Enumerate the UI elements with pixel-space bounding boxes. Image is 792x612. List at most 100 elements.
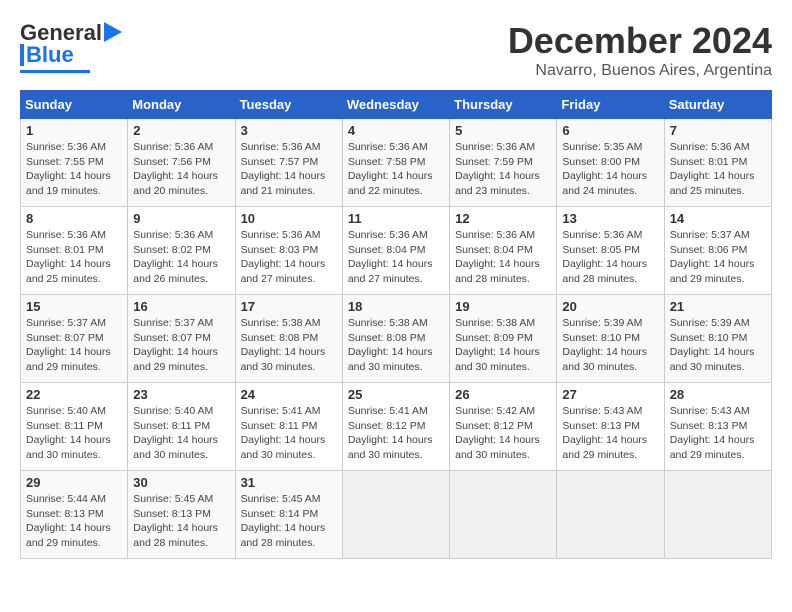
day-number: 3	[241, 123, 337, 138]
week-row-3: 15 Sunrise: 5:37 AMSunset: 8:07 PMDayligh…	[21, 295, 772, 383]
day-number: 29	[26, 475, 122, 490]
day-info: Sunrise: 5:39 AMSunset: 8:10 PMDaylight:…	[562, 316, 658, 375]
day-info: Sunrise: 5:36 AMSunset: 8:01 PMDaylight:…	[26, 228, 122, 287]
main-title: December 2024	[508, 20, 772, 62]
calendar-cell	[450, 471, 557, 559]
day-number: 5	[455, 123, 551, 138]
calendar-cell: 18 Sunrise: 5:38 AMSunset: 8:08 PMDayligh…	[342, 295, 449, 383]
calendar-cell: 6Sunrise: 5:35 AMSunset: 8:00 PMDaylight…	[557, 119, 664, 207]
day-info: Sunrise: 5:44 AMSunset: 8:13 PMDaylight:…	[26, 492, 122, 551]
day-number: 25	[348, 387, 444, 402]
week-row-4: 22 Sunrise: 5:40 AMSunset: 8:11 PMDayligh…	[21, 383, 772, 471]
day-info: Sunrise: 5:39 AMSunset: 8:10 PMDaylight:…	[670, 316, 766, 375]
calendar-cell: 31Sunrise: 5:45 AMSunset: 8:14 PMDayligh…	[235, 471, 342, 559]
calendar-cell: 19 Sunrise: 5:38 AMSunset: 8:09 PMDayligh…	[450, 295, 557, 383]
header-monday: Monday	[128, 91, 235, 119]
day-number: 19	[455, 299, 551, 314]
calendar-cell: 25 Sunrise: 5:41 AMSunset: 8:12 PMDayligh…	[342, 383, 449, 471]
day-info: Sunrise: 5:42 AMSunset: 8:12 PMDaylight:…	[455, 404, 551, 463]
week-row-1: 1 Sunrise: 5:36 AMSunset: 7:55 PMDaylight…	[21, 119, 772, 207]
day-number: 24	[241, 387, 337, 402]
day-number: 8	[26, 211, 122, 226]
calendar-cell: 7Sunrise: 5:36 AMSunset: 8:01 PMDaylight…	[664, 119, 771, 207]
calendar-cell: 26Sunrise: 5:42 AMSunset: 8:12 PMDayligh…	[450, 383, 557, 471]
header-row: SundayMondayTuesdayWednesdayThursdayFrid…	[21, 91, 772, 119]
logo-underline	[20, 70, 90, 73]
day-info: Sunrise: 5:37 AMSunset: 8:07 PMDaylight:…	[26, 316, 122, 375]
day-info: Sunrise: 5:43 AMSunset: 8:13 PMDaylight:…	[670, 404, 766, 463]
calendar-cell: 20 Sunrise: 5:39 AMSunset: 8:10 PMDayligh…	[557, 295, 664, 383]
day-info: Sunrise: 5:36 AMSunset: 8:05 PMDaylight:…	[562, 228, 658, 287]
day-info: Sunrise: 5:41 AMSunset: 8:11 PMDaylight:…	[241, 404, 337, 463]
day-info: Sunrise: 5:38 AMSunset: 8:08 PMDaylight:…	[348, 316, 444, 375]
day-info: Sunrise: 5:36 AMSunset: 7:57 PMDaylight:…	[241, 140, 337, 199]
calendar-cell: 10Sunrise: 5:36 AMSunset: 8:03 PMDayligh…	[235, 207, 342, 295]
logo-blue: Blue	[26, 42, 74, 68]
day-info: Sunrise: 5:36 AMSunset: 7:58 PMDaylight:…	[348, 140, 444, 199]
day-info: Sunrise: 5:38 AMSunset: 8:09 PMDaylight:…	[455, 316, 551, 375]
day-info: Sunrise: 5:43 AMSunset: 8:13 PMDaylight:…	[562, 404, 658, 463]
day-info: Sunrise: 5:37 AMSunset: 8:07 PMDaylight:…	[133, 316, 229, 375]
day-info: Sunrise: 5:37 AMSunset: 8:06 PMDaylight:…	[670, 228, 766, 287]
day-number: 18	[348, 299, 444, 314]
day-info: Sunrise: 5:36 AMSunset: 7:56 PMDaylight:…	[133, 140, 229, 199]
subtitle: Navarro, Buenos Aires, Argentina	[508, 62, 772, 80]
day-info: Sunrise: 5:36 AMSunset: 8:04 PMDaylight:…	[455, 228, 551, 287]
day-number: 2	[133, 123, 229, 138]
day-number: 22	[26, 387, 122, 402]
day-info: Sunrise: 5:38 AMSunset: 8:08 PMDaylight:…	[241, 316, 337, 375]
day-info: Sunrise: 5:36 AMSunset: 8:02 PMDaylight:…	[133, 228, 229, 287]
day-info: Sunrise: 5:36 AMSunset: 7:55 PMDaylight:…	[26, 140, 122, 199]
calendar-cell: 24 Sunrise: 5:41 AMSunset: 8:11 PMDayligh…	[235, 383, 342, 471]
day-number: 23	[133, 387, 229, 402]
day-number: 15	[26, 299, 122, 314]
day-number: 9	[133, 211, 229, 226]
calendar-cell: 9 Sunrise: 5:36 AMSunset: 8:02 PMDaylight…	[128, 207, 235, 295]
day-number: 7	[670, 123, 766, 138]
day-info: Sunrise: 5:41 AMSunset: 8:12 PMDaylight:…	[348, 404, 444, 463]
calendar-cell	[557, 471, 664, 559]
calendar-cell: 8 Sunrise: 5:36 AMSunset: 8:01 PMDaylight…	[21, 207, 128, 295]
calendar-table: SundayMondayTuesdayWednesdayThursdayFrid…	[20, 90, 772, 559]
calendar-cell: 2 Sunrise: 5:36 AMSunset: 7:56 PMDaylight…	[128, 119, 235, 207]
day-number: 13	[562, 211, 658, 226]
day-info: Sunrise: 5:45 AMSunset: 8:13 PMDaylight:…	[133, 492, 229, 551]
day-number: 11	[348, 211, 444, 226]
day-info: Sunrise: 5:36 AMSunset: 8:04 PMDaylight:…	[348, 228, 444, 287]
calendar-cell: 12 Sunrise: 5:36 AMSunset: 8:04 PMDayligh…	[450, 207, 557, 295]
calendar-cell: 4 Sunrise: 5:36 AMSunset: 7:58 PMDaylight…	[342, 119, 449, 207]
day-number: 12	[455, 211, 551, 226]
header-friday: Friday	[557, 91, 664, 119]
header-sunday: Sunday	[21, 91, 128, 119]
calendar-cell: 27 Sunrise: 5:43 AMSunset: 8:13 PMDayligh…	[557, 383, 664, 471]
day-number: 31	[241, 475, 337, 490]
day-info: Sunrise: 5:36 AMSunset: 7:59 PMDaylight:…	[455, 140, 551, 199]
day-number: 1	[26, 123, 122, 138]
logo-bar	[20, 44, 24, 66]
header-saturday: Saturday	[664, 91, 771, 119]
day-number: 21	[670, 299, 766, 314]
calendar-cell: 5 Sunrise: 5:36 AMSunset: 7:59 PMDaylight…	[450, 119, 557, 207]
calendar-cell: 1 Sunrise: 5:36 AMSunset: 7:55 PMDaylight…	[21, 119, 128, 207]
title-area: December 2024 Navarro, Buenos Aires, Arg…	[508, 20, 772, 80]
calendar-cell	[342, 471, 449, 559]
day-number: 10	[241, 211, 337, 226]
day-number: 20	[562, 299, 658, 314]
day-number: 28	[670, 387, 766, 402]
calendar-cell: 28 Sunrise: 5:43 AMSunset: 8:13 PMDayligh…	[664, 383, 771, 471]
calendar-cell: 14 Sunrise: 5:37 AMSunset: 8:06 PMDayligh…	[664, 207, 771, 295]
calendar-cell: 17Sunrise: 5:38 AMSunset: 8:08 PMDayligh…	[235, 295, 342, 383]
day-number: 30	[133, 475, 229, 490]
header-wednesday: Wednesday	[342, 91, 449, 119]
day-number: 4	[348, 123, 444, 138]
day-number: 27	[562, 387, 658, 402]
week-row-5: 29 Sunrise: 5:44 AMSunset: 8:13 PMDayligh…	[21, 471, 772, 559]
day-info: Sunrise: 5:35 AMSunset: 8:00 PMDaylight:…	[562, 140, 658, 199]
logo-arrow-icon	[104, 22, 122, 42]
calendar-body: 1 Sunrise: 5:36 AMSunset: 7:55 PMDaylight…	[21, 119, 772, 559]
calendar-cell: 3 Sunrise: 5:36 AMSunset: 7:57 PMDaylight…	[235, 119, 342, 207]
calendar-cell	[664, 471, 771, 559]
day-info: Sunrise: 5:40 AMSunset: 8:11 PMDaylight:…	[133, 404, 229, 463]
logo: General Blue	[20, 20, 122, 73]
day-number: 14	[670, 211, 766, 226]
